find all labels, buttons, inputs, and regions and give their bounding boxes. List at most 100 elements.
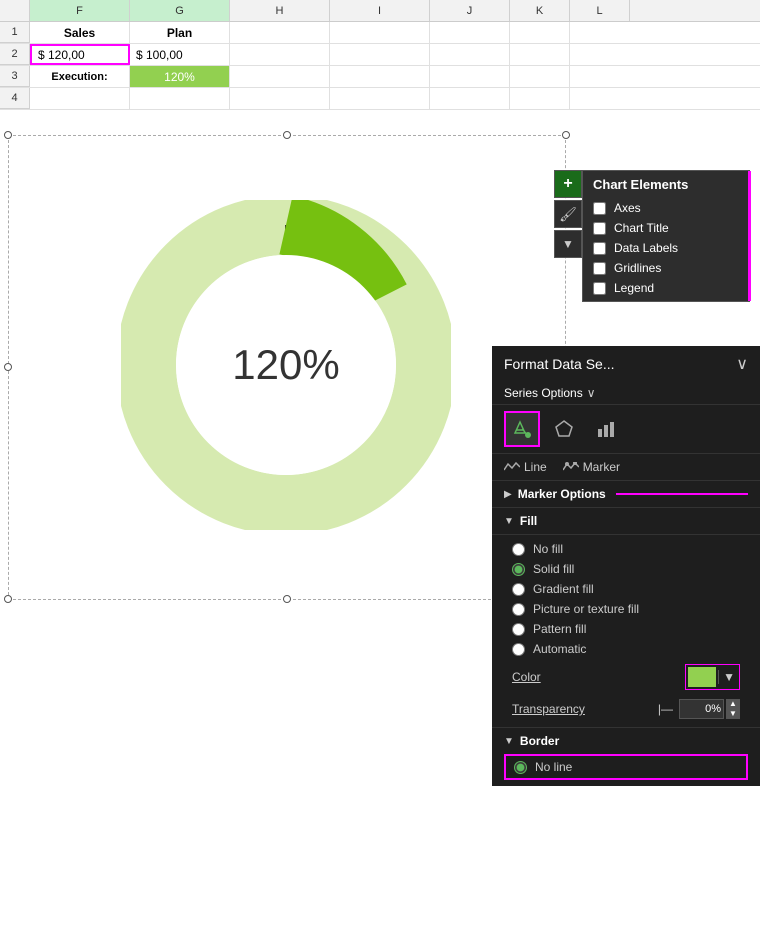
format-panel-header: Format Data Se... ∨ [492,346,760,382]
no-line-radio[interactable] [514,761,527,774]
gradient-fill-radio[interactable] [512,583,525,596]
chart-element-item[interactable]: Legend [583,278,749,301]
resize-handle-bm[interactable] [283,595,291,603]
cell-i4[interactable] [330,88,430,109]
transparency-down-btn[interactable]: ▼ [726,709,740,719]
marker-icon [563,462,579,472]
automatic-fill-option[interactable]: Automatic [512,639,740,659]
chart-title-label: Chart Title [614,221,669,235]
picture-fill-option[interactable]: Picture or texture fill [512,599,740,619]
color-dropdown-arrow[interactable]: ▼ [718,670,739,684]
color-swatch [688,667,716,687]
picture-fill-radio[interactable] [512,603,525,616]
no-fill-radio[interactable] [512,543,525,556]
add-chart-element-btn[interactable]: + [554,170,582,198]
line-icon [504,462,520,472]
cell-h2[interactable] [230,44,330,65]
no-line-option[interactable]: No line [504,754,748,780]
table-row: 4 [0,88,760,110]
gradient-fill-label: Gradient fill [533,582,594,596]
cell-k4[interactable] [510,88,570,109]
col-header-h[interactable]: H [230,0,330,21]
resize-handle-ml[interactable] [4,363,12,371]
picture-fill-label: Picture or texture fill [533,602,639,616]
chart-style-btn[interactable]: 🖌 [554,200,582,228]
border-section-header[interactable]: ▼ Border [504,734,748,748]
chart-toolbar-container: + 🖌 ▼ [554,170,582,258]
resize-handle-tl[interactable] [4,131,12,139]
no-line-label: No line [535,760,572,774]
chart-element-item[interactable]: Gridlines [583,258,749,278]
solid-fill-option[interactable]: Solid fill [512,559,740,579]
col-header-l[interactable]: L [570,0,630,21]
cell-k2[interactable] [510,44,570,65]
cell-h1[interactable] [230,22,330,43]
icon-tabs-row [492,405,760,454]
color-row: Color ▼ [512,659,740,695]
solid-fill-radio[interactable] [512,563,525,576]
table-row: 3 Execution: 120% [0,66,760,88]
gridlines-checkbox[interactable] [593,262,606,275]
cell-g3[interactable]: 120% [130,66,230,87]
cell-h3[interactable] [230,66,330,87]
line-tab[interactable]: Line [504,460,547,474]
chart-elements-panel: Chart Elements Axes Chart Title Data Lab… [582,170,750,302]
col-header-g[interactable]: G [130,0,230,21]
cell-h4[interactable] [230,88,330,109]
cell-j4[interactable] [430,88,510,109]
data-labels-checkbox[interactable] [593,242,606,255]
resize-handle-bl[interactable] [4,595,12,603]
color-picker-btn[interactable]: ▼ [685,664,740,690]
col-header-f[interactable]: F [30,0,130,21]
resize-handle-tm[interactable] [283,131,291,139]
col-header-k[interactable]: K [510,0,570,21]
cell-g4[interactable] [130,88,230,109]
cell-k1[interactable] [510,22,570,43]
format-panel-close-btn[interactable]: ∨ [736,354,748,374]
chart-filter-btn[interactable]: ▼ [554,230,582,258]
chart-title-checkbox[interactable] [593,222,606,235]
pattern-fill-option[interactable]: Pattern fill [512,619,740,639]
cell-j2[interactable] [430,44,510,65]
cell-i3[interactable] [330,66,430,87]
no-fill-option[interactable]: No fill [512,539,740,559]
chart-element-item[interactable]: Chart Title [583,218,749,238]
cell-j3[interactable] [430,66,510,87]
marker-tab[interactable]: Marker [563,460,620,474]
col-header-j[interactable]: J [430,0,510,21]
marker-options-section[interactable]: ▶ Marker Options [492,481,760,508]
axes-checkbox[interactable] [593,202,606,215]
border-section-arrow: ▼ [504,736,514,747]
cell-f1[interactable]: Sales [30,22,130,43]
cell-j1[interactable] [430,22,510,43]
cell-k3[interactable] [510,66,570,87]
marker-tab-label: Marker [583,460,620,474]
fill-format-tab[interactable] [504,411,540,447]
fill-section-header[interactable]: ▼ Fill [492,508,760,535]
cell-f3[interactable]: Execution: [30,66,130,87]
series-options-row[interactable]: Series Options ∨ [492,382,760,405]
legend-checkbox[interactable] [593,282,606,295]
gradient-fill-option[interactable]: Gradient fill [512,579,740,599]
chart-element-item[interactable]: Axes [583,198,749,218]
pattern-fill-label: Pattern fill [533,622,586,636]
fill-section-arrow: ▼ [504,516,514,527]
transparency-input[interactable] [679,699,724,719]
cell-f4[interactable] [30,88,130,109]
chart-selection-area[interactable]: 120% [0,109,575,609]
no-fill-label: No fill [533,542,563,556]
cell-i2[interactable] [330,44,430,65]
chart-element-item[interactable]: Data Labels [583,238,749,258]
resize-handle-tr[interactable] [562,131,570,139]
col-header-i[interactable]: I [330,0,430,21]
cell-g1[interactable]: Plan [130,22,230,43]
bar-format-tab[interactable] [588,411,624,447]
cell-i1[interactable] [330,22,430,43]
shape-format-tab[interactable] [546,411,582,447]
automatic-fill-radio[interactable] [512,643,525,656]
pattern-fill-radio[interactable] [512,623,525,636]
cell-f2[interactable]: $ 120,00 [30,44,130,65]
bar-chart-icon [596,419,616,439]
cell-g2[interactable]: $ 100,00 [130,44,230,65]
transparency-up-btn[interactable]: ▲ [726,699,740,709]
